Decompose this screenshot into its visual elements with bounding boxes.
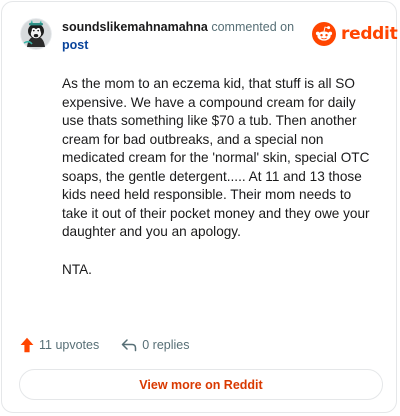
- reddit-snoo-icon: [312, 22, 336, 46]
- replies-label: 0 replies: [142, 338, 190, 352]
- view-more-button[interactable]: View more on Reddit: [19, 369, 383, 400]
- reddit-wordmark: reddit: [341, 24, 398, 44]
- reddit-logo[interactable]: reddit: [312, 21, 398, 47]
- comment-paragraph: As the mom to an eczema kid, that stuff …: [62, 76, 370, 239]
- user-avatar[interactable]: [20, 18, 52, 50]
- comment-header: soundslikemahnamahna commented on post: [62, 18, 302, 54]
- comment-body: As the mom to an eczema kid, that stuff …: [62, 75, 380, 279]
- commented-on-text: commented on: [207, 20, 295, 34]
- upvote-arrow-icon: [20, 337, 34, 353]
- post-link[interactable]: post: [62, 36, 302, 54]
- comment-paragraph: NTA.: [62, 261, 92, 277]
- comment-stats: 11 upvotes 0 replies: [20, 335, 189, 355]
- reply-arrow-icon: [121, 339, 137, 352]
- replies-stat[interactable]: 0 replies: [121, 338, 189, 352]
- comment-embed-card: soundslikemahnamahna commented on post r…: [1, 1, 398, 413]
- upvotes-stat[interactable]: 11 upvotes: [20, 337, 99, 353]
- username-link[interactable]: soundslikemahnamahna: [62, 20, 208, 34]
- upvotes-label: 11 upvotes: [39, 338, 100, 352]
